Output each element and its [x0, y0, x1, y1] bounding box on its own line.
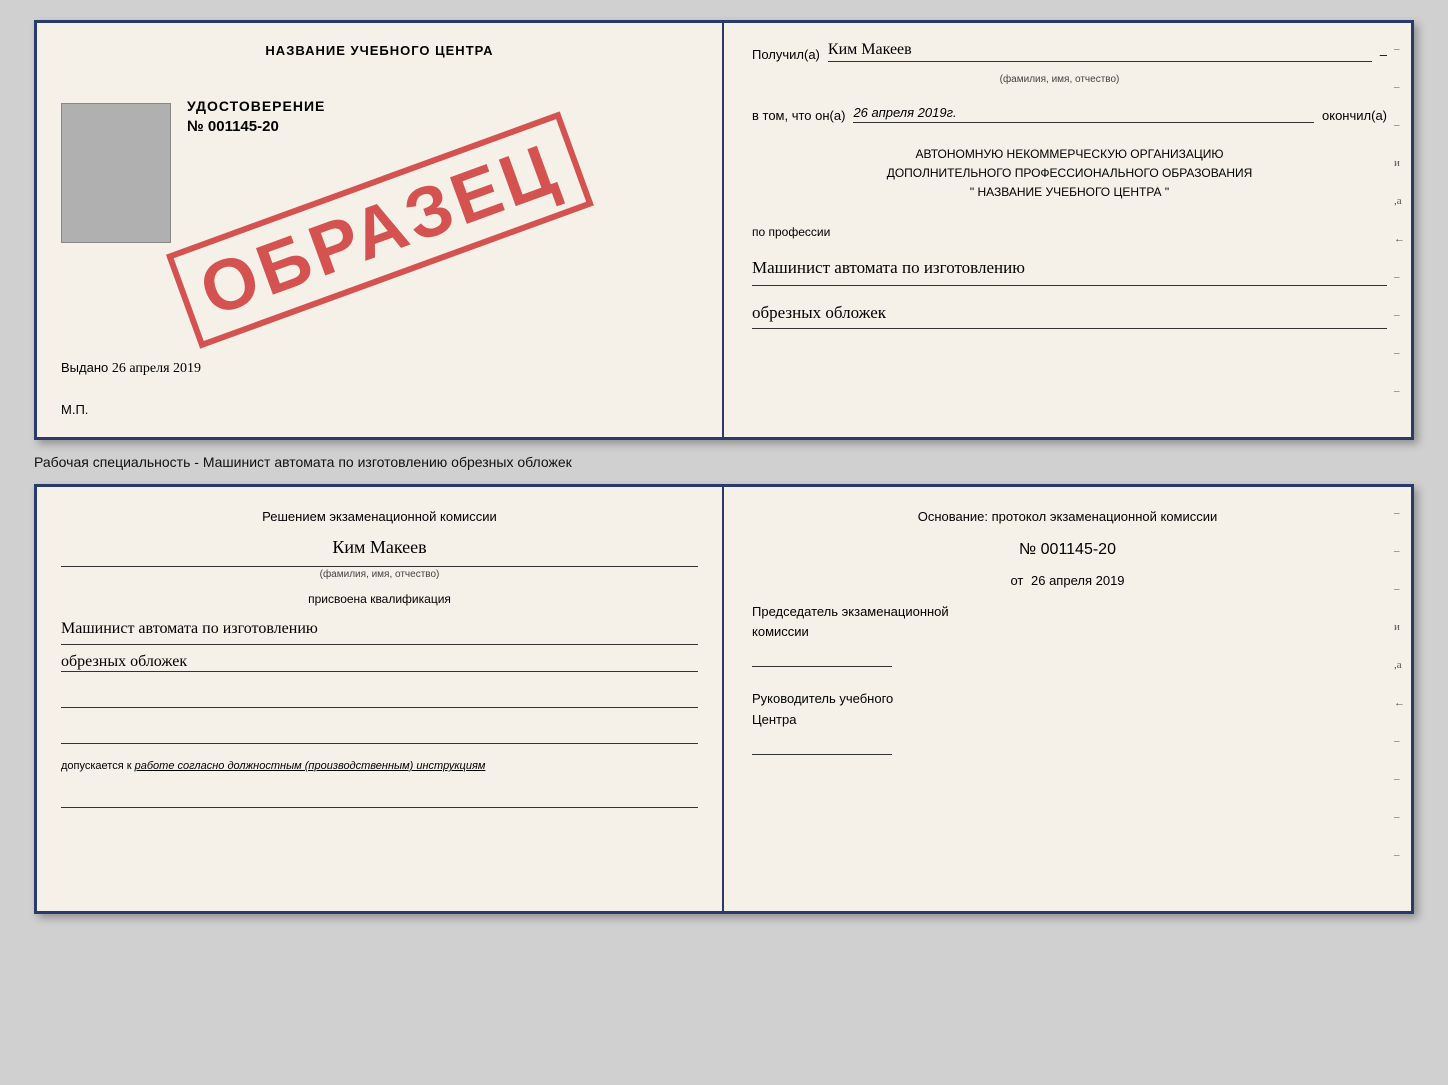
manager-label1: Руководитель учебного — [752, 689, 1383, 710]
protocol-date-row: от 26 апреля 2019 — [752, 573, 1383, 588]
recipient-sublabel: (фамилия, имя, отчество) — [752, 74, 1387, 85]
top-certificate: НАЗВАНИЕ УЧЕБНОГО ЦЕНТРА УДОСТОВЕРЕНИЕ №… — [34, 20, 1414, 440]
bottom-recipient-name: Ким Макеев — [61, 537, 698, 558]
allowed-text-block: допускается к работе согласно должностны… — [61, 760, 698, 772]
profession-line2: обрезных обложек — [752, 298, 1387, 330]
finished-label: окончил(а) — [1322, 108, 1387, 123]
org-line1: АВТОНОМНУЮ НЕКОММЕРЧЕСКУЮ ОРГАНИЗАЦИЮ — [752, 145, 1387, 164]
cert-bottom-right-panel: Основание: протокол экзаменационной коми… — [724, 487, 1411, 911]
chairman-label1: Председатель экзаменационной — [752, 602, 1383, 623]
allowed-text: работе согласно должностным (производств… — [135, 760, 486, 772]
commission-title-text: Решением экзаменационной комиссии — [262, 509, 497, 524]
middle-specialty-text: Рабочая специальность - Машинист автомат… — [34, 450, 1414, 474]
chairman-label2: комиссии — [752, 622, 1383, 643]
cert-title-block: УДОСТОВЕРЕНИЕ № 001145-20 — [187, 98, 325, 135]
cert-bottom-left-panel: Решением экзаменационной комиссии Ким Ма… — [37, 487, 724, 911]
school-name-top: НАЗВАНИЕ УЧЕБНОГО ЦЕНТРА — [61, 43, 698, 58]
org-line2: ДОПОЛНИТЕЛЬНОГО ПРОФЕССИОНАЛЬНОГО ОБРАЗО… — [752, 164, 1387, 183]
date-label: в том, что он(а) — [752, 108, 845, 123]
bottom-recipient-sublabel: (фамилия, имя, отчество) — [61, 566, 698, 580]
protocol-number: № 001145-20 — [752, 541, 1383, 559]
blank-line-short — [61, 788, 698, 808]
allowed-label: допускается к — [61, 760, 132, 772]
bottom-certificate: Решением экзаменационной комиссии Ким Ма… — [34, 484, 1414, 914]
basis-title: Основание: протокол экзаменационной коми… — [752, 507, 1383, 527]
dash-after-name: – — [1380, 47, 1387, 62]
qual-line2: обрезных обложек — [61, 653, 698, 672]
stamp-obrazec: ОБРАЗЕЦ — [165, 111, 593, 348]
photo-placeholder — [61, 103, 171, 243]
commission-title: Решением экзаменационной комиссии — [61, 507, 698, 527]
manager-block: Руководитель учебного Центра — [752, 689, 1383, 755]
blank-line-2 — [61, 720, 698, 744]
org-block: АВТОНОМНУЮ НЕКОММЕРЧЕСКУЮ ОРГАНИЗАЦИЮ ДО… — [752, 145, 1387, 203]
date-row: в том, что он(а) 26 апреля 2019г. окончи… — [752, 105, 1387, 123]
chairman-signature-line — [752, 647, 892, 667]
cert-mp: М.П. — [61, 402, 88, 417]
received-label: Получил(а) — [752, 47, 820, 62]
chairman-block: Председатель экзаменационной комиссии — [752, 602, 1383, 668]
cert-left-panel: НАЗВАНИЕ УЧЕБНОГО ЦЕНТРА УДОСТОВЕРЕНИЕ №… — [37, 23, 724, 437]
manager-signature-line — [752, 735, 892, 755]
document-wrapper: НАЗВАНИЕ УЧЕБНОГО ЦЕНТРА УДОСТОВЕРЕНИЕ №… — [34, 20, 1414, 914]
bottom-right-dashes: – – – и ,а ← – – – – — [1394, 507, 1405, 861]
cert-number: № 001145-20 — [187, 118, 325, 135]
issued-label: Выдано — [61, 360, 108, 375]
qual-line1: Машинист автомата по изготовлению — [61, 614, 698, 645]
date-ot: от — [1010, 573, 1023, 588]
recipient-name: Ким Макеев — [828, 41, 912, 58]
received-row: Получил(а) Ким Макеев – — [752, 41, 1387, 62]
cert-title: УДОСТОВЕРЕНИЕ — [187, 98, 325, 114]
issued-date-value: 26 апреля 2019 — [112, 361, 201, 376]
protocol-date: 26 апреля 2019 — [1031, 573, 1125, 588]
assigned-label: присвоена квалификация — [61, 592, 698, 606]
org-line3: " НАЗВАНИЕ УЧЕБНОГО ЦЕНТРА " — [752, 183, 1387, 202]
profession-label: по профессии — [752, 225, 1387, 239]
blank-line-1 — [61, 684, 698, 708]
date-value: 26 апреля 2019г. — [853, 105, 956, 120]
cert-right-panel: Получил(а) Ким Макеев – (фамилия, имя, о… — [724, 23, 1411, 437]
cert-issued-date: Выдано 26 апреля 2019 — [61, 360, 201, 377]
profession-line1: Машинист автомата по изготовлению — [752, 251, 1387, 286]
right-dashes: – – – и ,а ← – – – – — [1394, 43, 1405, 397]
manager-label2: Центра — [752, 710, 1383, 731]
